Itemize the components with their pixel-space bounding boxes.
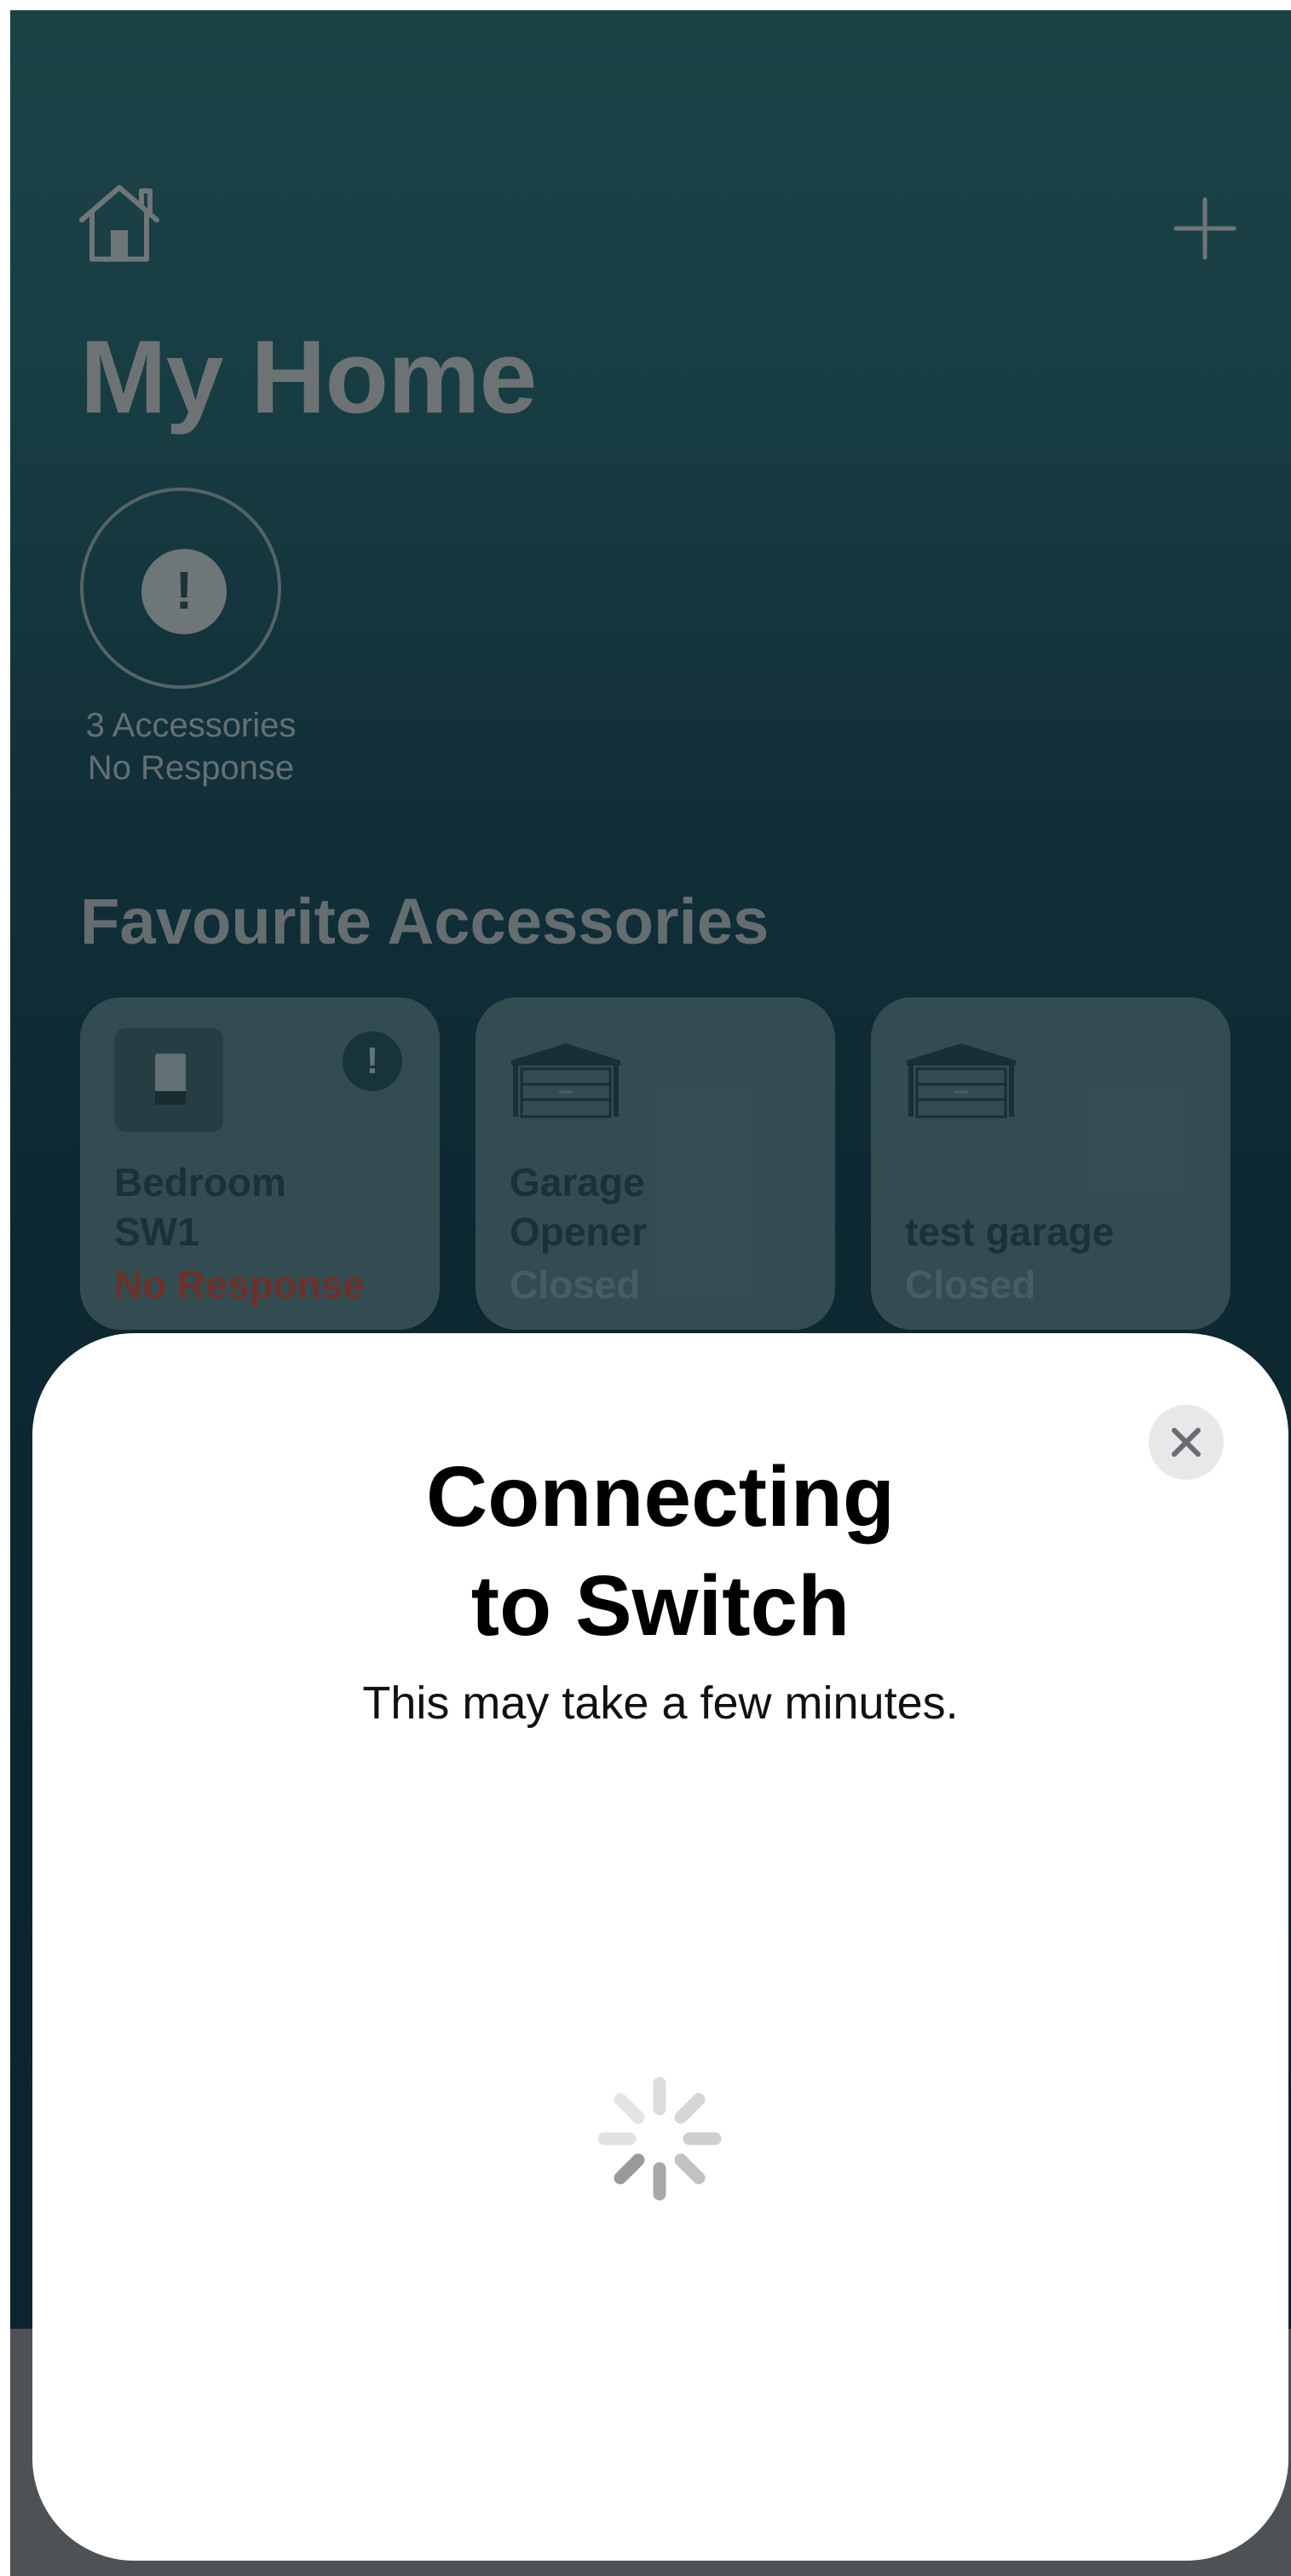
- spinner-icon: [597, 2076, 722, 2201]
- accessory-tile-garage-opener[interactable]: Garage Opener Closed: [475, 997, 835, 1330]
- tile-state: No Response: [114, 1262, 365, 1307]
- garage-door-icon: [511, 1043, 620, 1118]
- section-title: Favourite Accessories: [80, 886, 769, 958]
- status-line-count: 3 Accessories: [85, 707, 297, 744]
- tile-state: Closed: [905, 1262, 1036, 1307]
- connecting-sheet: Connecting to Switch This may take a few…: [32, 1333, 1288, 2561]
- home-screen: My Home ! 3 Accessories No Response Favo…: [10, 10, 1291, 2576]
- sheet-title-line-1: Connecting: [426, 1449, 895, 1545]
- accessory-tile-test-garage[interactable]: test garage Closed: [871, 997, 1230, 1330]
- home-icon[interactable]: [75, 181, 164, 266]
- exclamation-icon: !: [343, 1031, 402, 1091]
- sheet-title: Connecting to Switch: [32, 1442, 1288, 1661]
- tile-state: Closed: [510, 1262, 641, 1307]
- sheet-subtitle: This may take a few minutes.: [362, 1678, 959, 1729]
- tile-name: test garage: [905, 1210, 1115, 1254]
- page-title: My Home: [80, 319, 537, 435]
- status-caption[interactable]: 3 Accessories No Response: [44, 704, 337, 789]
- tile-name: Garage Opener: [510, 1160, 648, 1254]
- garage-door-icon: [907, 1043, 1016, 1118]
- status-button[interactable]: !: [80, 488, 281, 689]
- plus-icon[interactable]: [1173, 196, 1237, 261]
- accessory-tile-bedroom-sw1[interactable]: ! Bedroom SW1 No Response: [80, 997, 440, 1330]
- light-switch-icon: [114, 1028, 223, 1132]
- sheet-title-line-2: to Switch: [470, 1558, 850, 1654]
- tile-name: Bedroom SW1: [114, 1160, 286, 1254]
- status-line-state: No Response: [87, 749, 295, 787]
- exclamation-icon: !: [141, 549, 227, 634]
